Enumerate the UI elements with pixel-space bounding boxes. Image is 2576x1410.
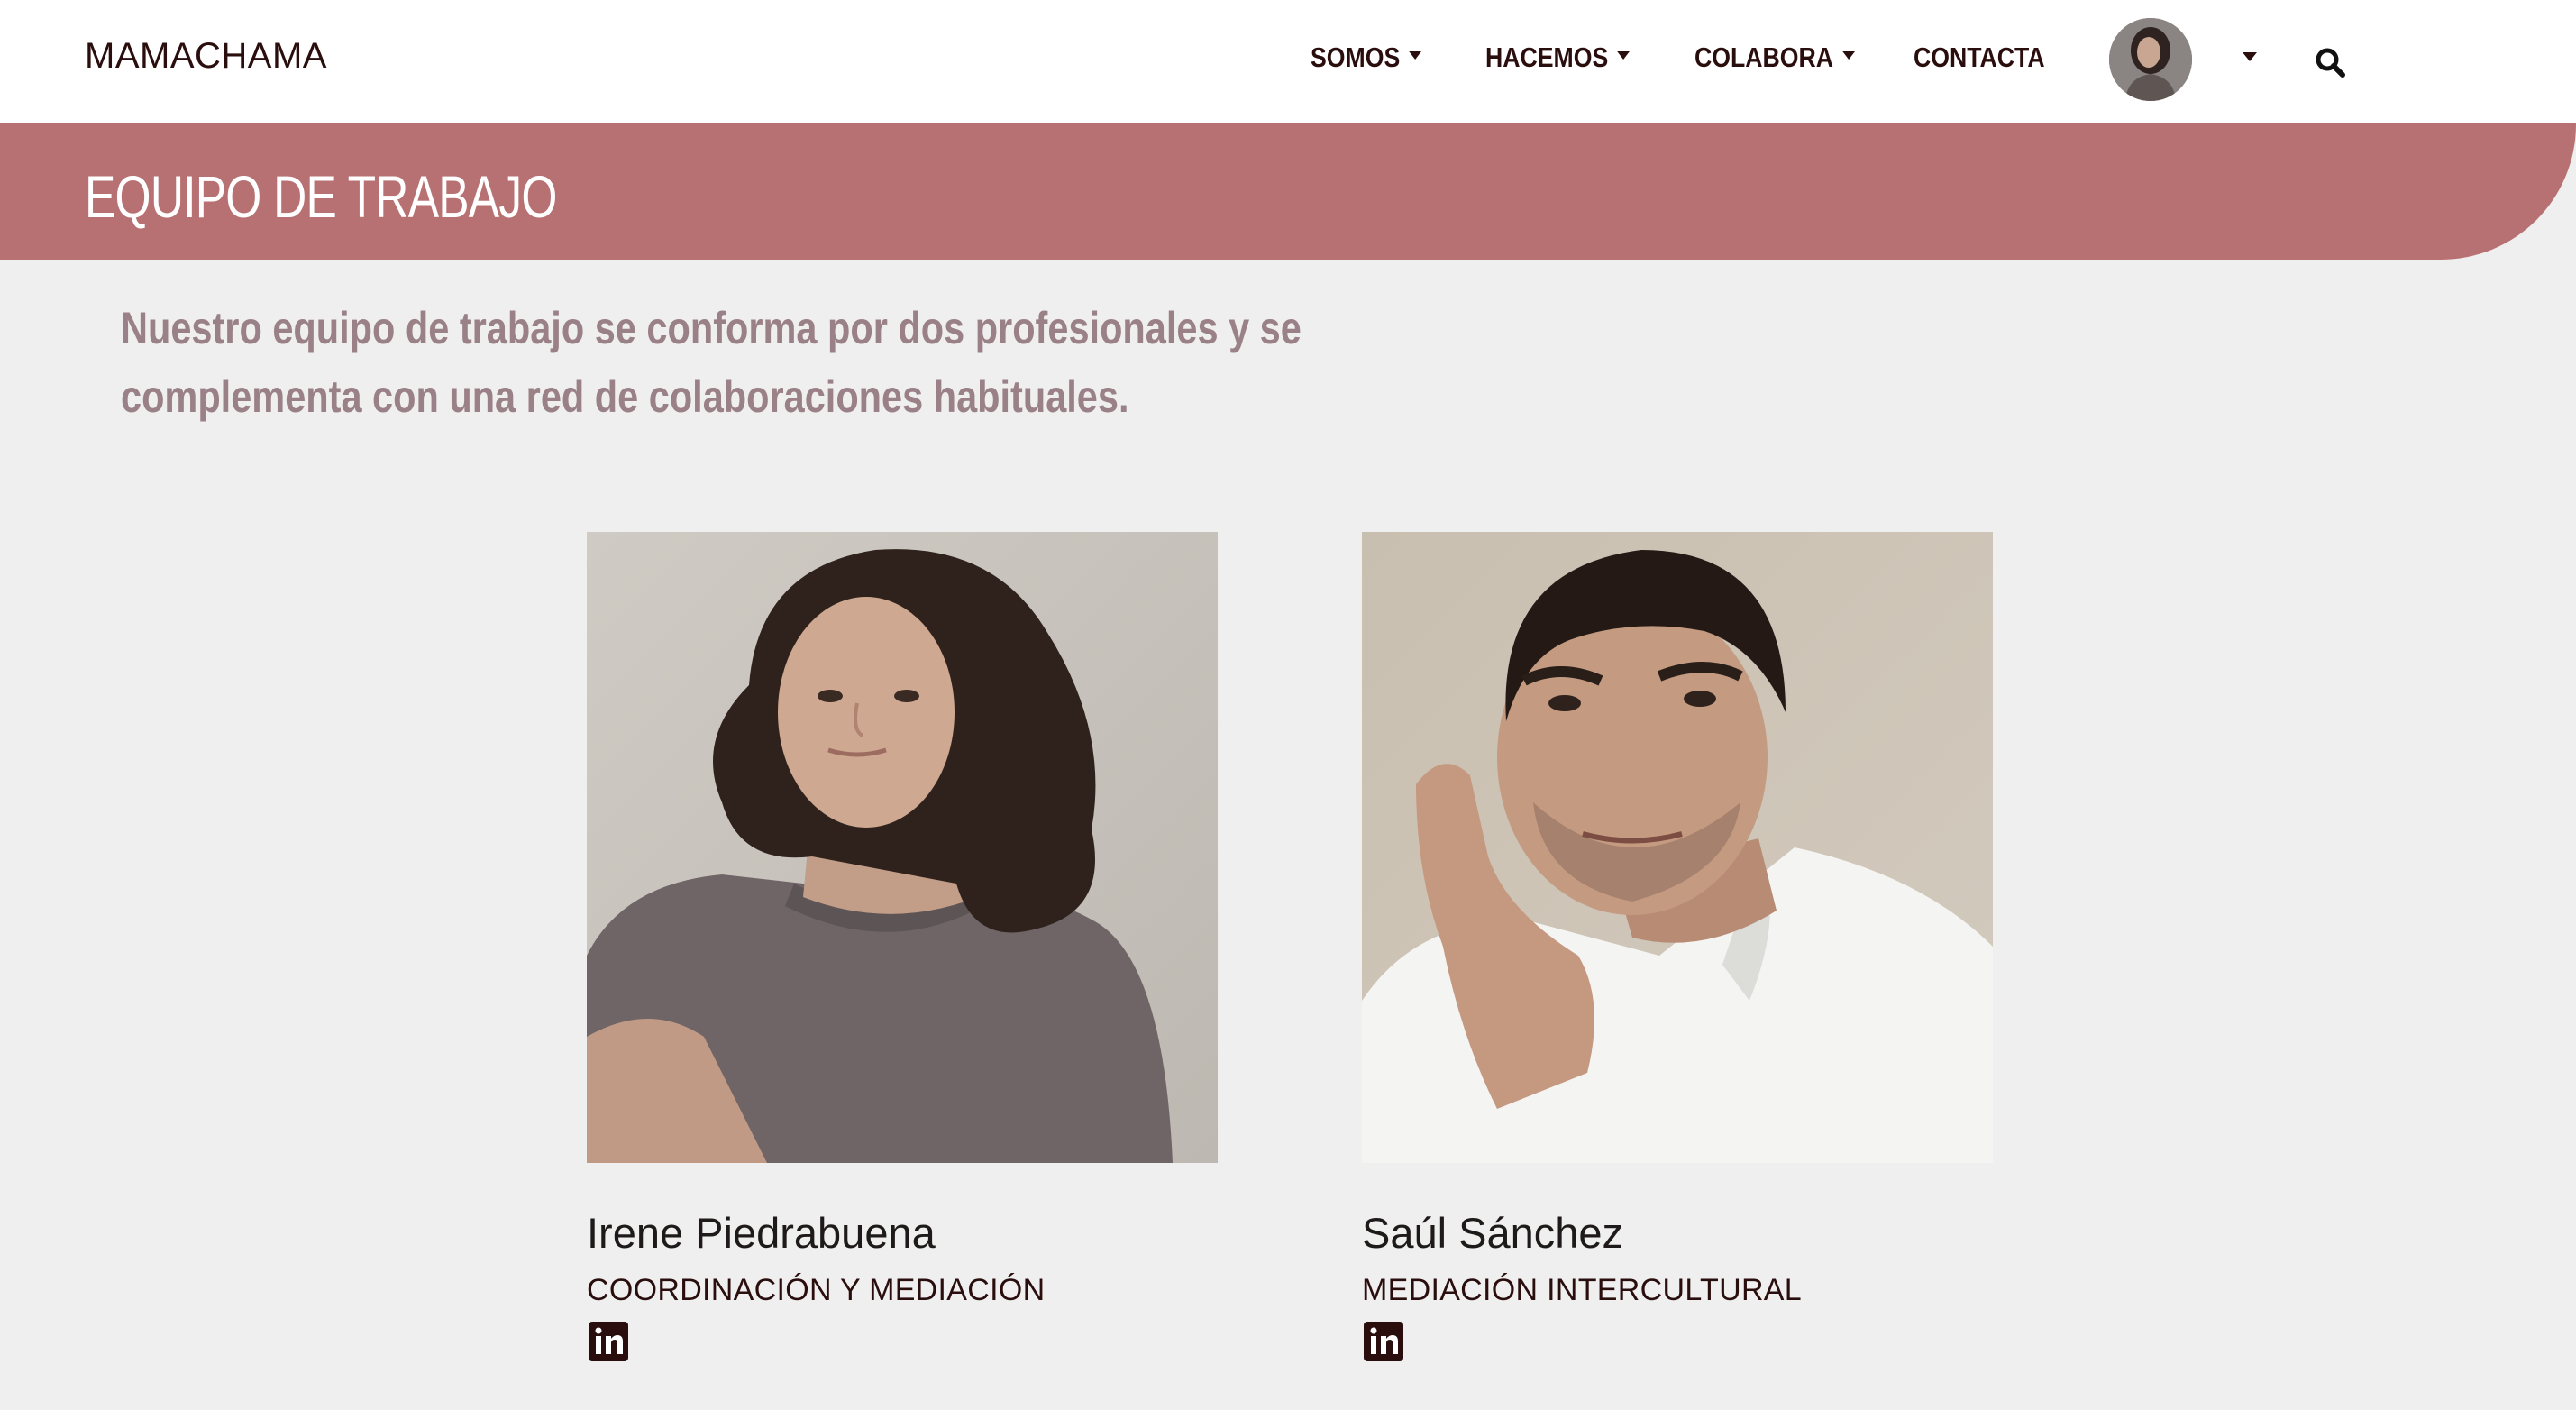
nav-item-label: CONTACTA: [1914, 41, 2045, 73]
avatar-portrait: [2109, 18, 2192, 101]
top-navbar: MAMACHAMA SOMOS HACEMOS COLABORA CONTACT…: [0, 0, 2576, 123]
avatar[interactable]: [2109, 18, 2192, 101]
page-title: EQUIPO DE TRABAJO: [85, 163, 557, 230]
member-photo: [587, 532, 1218, 1163]
page-title-banner: EQUIPO DE TRABAJO: [0, 123, 2576, 260]
nav-item-contacta[interactable]: CONTACTA: [1914, 41, 2045, 74]
nav-item-label: SOMOS: [1311, 41, 1401, 73]
team-member-card: Irene Piedrabuena COORDINACIÓN Y MEDIACI…: [587, 532, 1218, 1361]
nav-item-colabora[interactable]: COLABORA: [1694, 41, 1856, 74]
site-logo[interactable]: MAMACHAMA: [85, 36, 327, 77]
nav-item-somos[interactable]: SOMOS: [1311, 41, 1422, 74]
chevron-down-icon: [1617, 51, 1631, 60]
search-button[interactable]: [2313, 45, 2349, 81]
chevron-down-icon: [1409, 51, 1422, 60]
search-icon: [2316, 48, 2345, 78]
member-role: COORDINACIÓN Y MEDIACIÓN: [587, 1273, 1046, 1307]
linkedin-link[interactable]: [1364, 1322, 1403, 1361]
linkedin-icon: [595, 1327, 623, 1354]
language-dropdown-toggle[interactable]: [2243, 52, 2257, 61]
team-member-card: Saúl Sánchez MEDIACIÓN INTERCULTURAL: [1362, 532, 1993, 1361]
nav-item-label: HACEMOS: [1485, 41, 1609, 73]
nav-item-label: COLABORA: [1694, 41, 1834, 73]
member-portrait: [587, 532, 1218, 1163]
member-name: Irene Piedrabuena: [587, 1209, 936, 1257]
linkedin-icon: [1370, 1327, 1398, 1354]
member-portrait: [1362, 532, 1993, 1163]
intro-paragraph: Nuestro equipo de trabajo se conforma po…: [121, 303, 1302, 422]
chevron-down-icon: [1842, 51, 1856, 60]
linkedin-link[interactable]: [589, 1322, 628, 1361]
nav-item-hacemos[interactable]: HACEMOS: [1485, 41, 1631, 74]
member-photo: [1362, 532, 1993, 1163]
member-role: MEDIACIÓN INTERCULTURAL: [1362, 1273, 1802, 1307]
member-name: Saúl Sánchez: [1362, 1209, 1624, 1257]
